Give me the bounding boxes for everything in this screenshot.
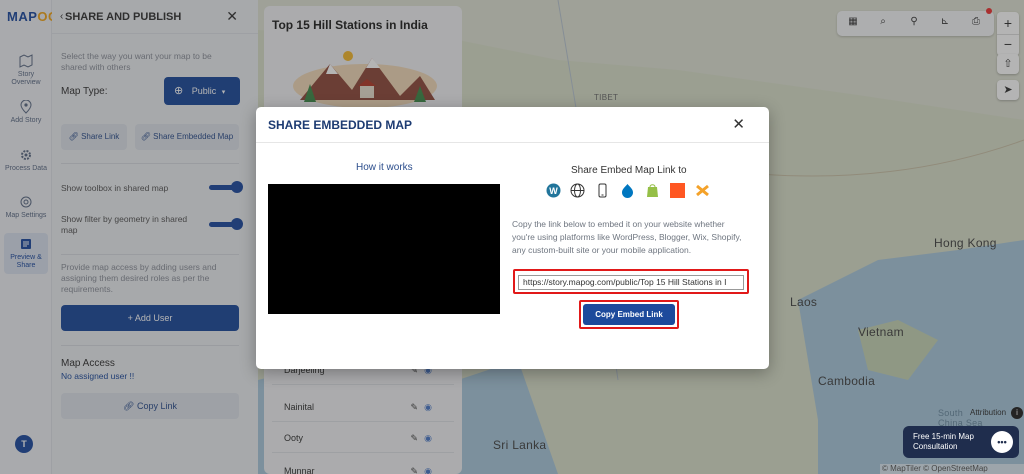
- chat-icon[interactable]: •••: [991, 431, 1013, 453]
- modal-title: SHARE EMBEDDED MAP: [268, 118, 413, 132]
- shopify-icon[interactable]: [645, 183, 660, 198]
- wordpress-icon[interactable]: W: [546, 183, 561, 198]
- mobile-icon[interactable]: [595, 183, 610, 198]
- svg-text:W: W: [549, 186, 558, 196]
- close-icon[interactable]: ✕: [732, 115, 745, 133]
- embed-url-field-highlight: [513, 269, 749, 294]
- globe-icon[interactable]: [570, 183, 585, 198]
- blogger-icon[interactable]: [670, 183, 685, 198]
- copy-embed-link-highlight: Copy Embed Link: [579, 300, 679, 329]
- tutorial-video[interactable]: [268, 184, 500, 314]
- how-it-works-label: How it works: [356, 162, 413, 173]
- modal-header: SHARE EMBEDDED MAP ✕: [256, 107, 769, 143]
- drupal-icon[interactable]: [620, 183, 635, 198]
- joomla-icon[interactable]: [695, 183, 710, 198]
- share-embedded-map-modal: SHARE EMBEDDED MAP ✕ How it works Share …: [256, 107, 769, 369]
- embed-description: Copy the link below to embed it on your …: [512, 219, 742, 255]
- share-embed-title: Share Embed Map Link to: [571, 165, 687, 176]
- consultation-widget[interactable]: Free 15-min Map Consultation •••: [903, 426, 1019, 458]
- copy-embed-link-button[interactable]: Copy Embed Link: [583, 304, 675, 325]
- embed-url-input[interactable]: [518, 274, 744, 290]
